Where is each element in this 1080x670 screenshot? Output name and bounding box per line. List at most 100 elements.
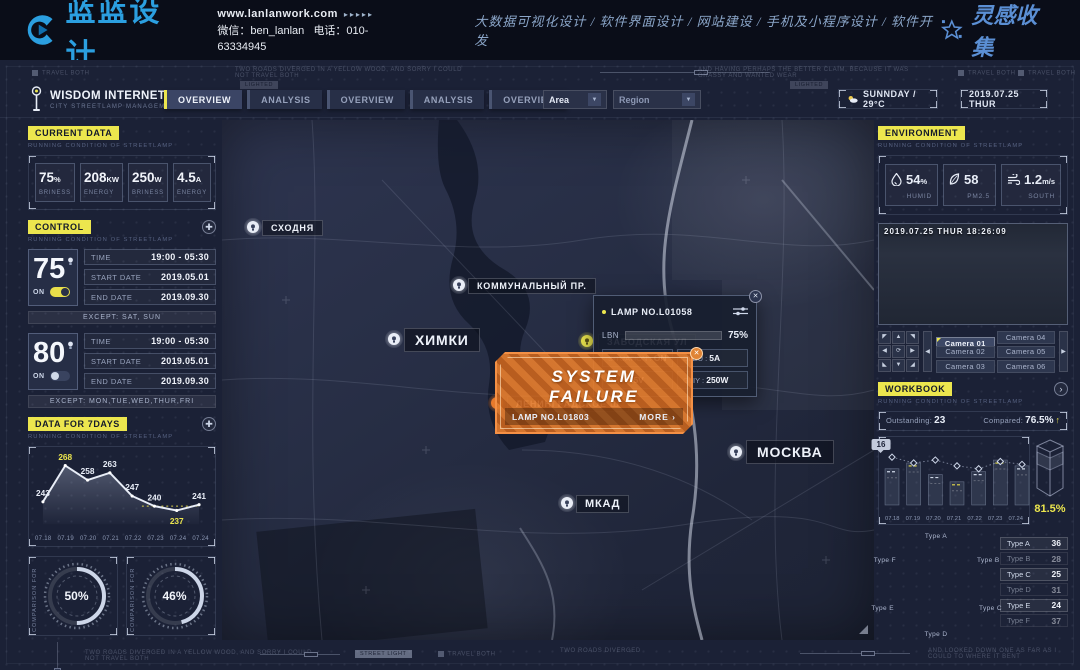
lamp-pin-icon	[391, 336, 397, 343]
deco-text: TWO ROADS DIVERGED	[560, 648, 740, 654]
workbook-next-button[interactable]: ›	[1054, 382, 1068, 396]
lamp-pin[interactable]	[244, 218, 262, 236]
nav-tabs: OVERVIEW ANALYSIS OVERVIEW ANALYSIS OVER…	[164, 90, 572, 109]
right-column: ENVIRONMENT RUNNING CONDITION OF STREETL…	[878, 126, 1068, 639]
lamp-icon	[67, 253, 74, 271]
panel-current-data: CURRENT DATA RUNNING CONDITION OF STREET…	[28, 126, 216, 210]
type-row-a[interactable]: Type A36	[1000, 537, 1068, 550]
site-info: www.lanlanwork.com▸▸▸▸▸ 微信：ben_lanlan 电话…	[217, 6, 414, 55]
lamp-pin[interactable]	[450, 276, 468, 294]
droplet-icon	[891, 173, 902, 186]
line-chart-frame: 243268258263247240237241 07.1807.1907.20…	[28, 446, 216, 547]
city-map[interactable]: СХОДНЯ КОММУНАЛЬНЫЙ ПР. ХИМКИ ЗАВОДСКАЯ …	[222, 120, 874, 640]
chevron-down-icon[interactable]: ▼	[682, 93, 695, 106]
type-row-e[interactable]: Type E24	[1000, 599, 1068, 612]
tab-analysis-1[interactable]: ANALYSIS	[247, 90, 321, 109]
map-label-moskva[interactable]: МОСКВА	[746, 440, 834, 464]
svg-text:258: 258	[81, 466, 95, 476]
deco-check-label: TRAVEL BOTH	[438, 651, 496, 658]
workbook-percent: 81.5%	[1034, 503, 1065, 515]
brightness-level-card: 80 ON	[28, 333, 78, 390]
camera-prev-button[interactable]: ◀	[923, 331, 932, 372]
lamp-pin[interactable]	[558, 494, 576, 512]
power-toggle[interactable]	[50, 371, 70, 381]
failure-title: SYSTEM FAILURE	[505, 367, 683, 407]
pan-right-button[interactable]: ▶	[906, 345, 919, 358]
camera-next-button[interactable]: ▶	[1059, 331, 1068, 372]
svg-text:263: 263	[103, 459, 117, 469]
type-row-d[interactable]: Type D31	[1000, 583, 1068, 596]
chevron-down-icon[interactable]: ▼	[588, 93, 601, 106]
type-row-f[interactable]: Type F37	[1000, 614, 1068, 627]
camera-05-button[interactable]: Camera 05	[997, 346, 1056, 359]
stat-card-ampere: 4.5A ENERGY	[173, 163, 211, 202]
expand-chart-button[interactable]: ✚	[202, 417, 216, 431]
panel-subtitle: RUNNING CONDITION OF STREETLAMP	[878, 399, 1068, 405]
close-icon[interactable]: ✕	[690, 347, 703, 360]
pan-up-button[interactable]: ▲	[892, 331, 905, 344]
lbn-progress: LBN 75%	[602, 330, 748, 341]
pan-up-left-button[interactable]: ◤	[878, 331, 891, 344]
map-label-kommunalny[interactable]: КОММУНАЛЬНЫЙ ПР.	[468, 278, 596, 294]
power-toggle[interactable]	[50, 287, 70, 297]
stat-cards: 75% BRINESS 208KW ENERGY 250W BRINESS 4.…	[28, 155, 216, 210]
map-resize-corner[interactable]	[859, 625, 868, 634]
type-row-c[interactable]: Type C25	[1000, 568, 1068, 581]
map-label-skhodnya[interactable]: СХОДНЯ	[262, 220, 323, 236]
camera-dpad: ◤ ▲ ◥ ◀ ⟳ ▶ ◣ ▼ ◢	[878, 331, 919, 372]
tab-analysis-2[interactable]: ANALYSIS	[410, 90, 484, 109]
stat-card-energy: 208KW ENERGY	[80, 163, 123, 202]
wechat-text: 微信：ben_lanlan	[217, 25, 304, 37]
panel-badge: CURRENT DATA	[28, 126, 119, 140]
pan-left-button[interactable]: ◀	[878, 345, 891, 358]
start-date-row: START DATE2019.05.01	[84, 269, 216, 285]
svg-text:237: 237	[170, 516, 184, 526]
pan-down-left-button[interactable]: ◣	[878, 359, 891, 372]
deco-slider	[800, 651, 910, 657]
panel-subtitle: RUNNING CONDITION OF STREETLAMP	[28, 237, 216, 243]
weather-widget: SUNNDAY / 29°C	[838, 89, 938, 109]
website-link[interactable]: www.lanlanwork.com	[217, 8, 337, 20]
bar-chart	[881, 439, 1033, 511]
deco-text: AND HAVING PERHAPS THE BETTER CLAIM, BEC…	[698, 67, 933, 79]
deco-check-label: TRAVEL BOTH	[1018, 70, 1076, 77]
type-row-b[interactable]: Type B28	[1000, 552, 1068, 565]
pan-down-button[interactable]: ▼	[892, 359, 905, 372]
camera-02-button[interactable]: Camera 02	[936, 346, 995, 359]
leaf-icon	[949, 173, 960, 186]
panel-7days: DATA FOR 7DAYS ✚ RUNNING CONDITION OF ST…	[28, 417, 216, 547]
tab-overview-1[interactable]: OVERVIEW	[164, 90, 242, 109]
map-label-mkad[interactable]: МКАД	[576, 495, 629, 513]
type-list: Type A36 Type B28 Type C25 Type D31 Type…	[1000, 537, 1068, 639]
lamp-pin[interactable]	[727, 443, 745, 461]
camera-03-button[interactable]: Camera 03	[936, 360, 995, 373]
left-column: CURRENT DATA RUNNING CONDITION OF STREET…	[28, 126, 216, 636]
camera-04-button[interactable]: Camera 04	[997, 331, 1056, 344]
panel-control: CONTROL ✚ RUNNING CONDITION OF STREETLAM…	[28, 220, 216, 408]
lamp-pin[interactable]	[385, 330, 403, 348]
pan-down-right-button[interactable]: ◢	[906, 359, 919, 372]
close-icon[interactable]: ✕	[749, 290, 762, 303]
area-select[interactable]: Area▼	[543, 90, 607, 109]
sliders-icon[interactable]	[733, 303, 748, 321]
svg-text:240: 240	[148, 492, 162, 502]
start-date-row: START DATE2019.05.01	[84, 353, 216, 369]
status-dot	[602, 310, 606, 314]
camera-06-button[interactable]: Camera 06	[997, 360, 1056, 373]
brightness-level-card: 75 ON	[28, 249, 78, 306]
panel-subtitle: RUNNING CONDITION OF STREETLAMP	[28, 143, 216, 149]
add-schedule-button[interactable]: ✚	[202, 220, 216, 234]
pan-up-right-button[interactable]: ◥	[906, 331, 919, 344]
lamp-card-title: LAMP NO.L01058	[611, 307, 692, 317]
region-select[interactable]: Region▼	[613, 90, 701, 109]
deco-check-label: TRAVEL BOTH	[32, 70, 90, 77]
camera-controls: ◤ ▲ ◥ ◀ ⟳ ▶ ◣ ▼ ◢ ◀ Camera 01 Camera 04	[878, 331, 1068, 373]
date-widget: 2019.07.25 THUR	[960, 89, 1048, 109]
map-label-khimki[interactable]: ХИМКИ	[404, 328, 480, 352]
up-arrow-icon: ↑	[1056, 415, 1061, 425]
cube-indicator: 81.5%	[1034, 436, 1066, 525]
more-link[interactable]: MORE ›	[639, 412, 676, 422]
control-group-1: 75 ON TIME19:00 - 05:30 START DATE2019.0…	[28, 249, 216, 306]
tab-overview-2[interactable]: OVERVIEW	[327, 90, 405, 109]
reset-view-button[interactable]: ⟳	[892, 345, 905, 358]
